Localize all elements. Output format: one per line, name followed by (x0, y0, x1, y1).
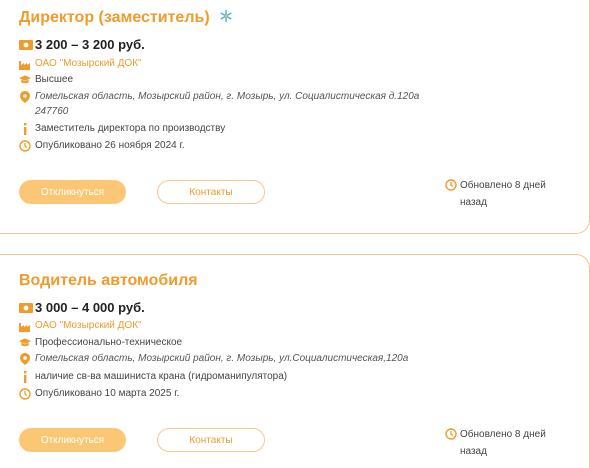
money-icon (19, 303, 33, 313)
description-row: Заместитель директора по производству (19, 122, 225, 136)
apply-button[interactable]: Откликнуться (19, 180, 126, 204)
description-text: Заместитель директора по производству (35, 123, 226, 134)
education-text: Профессионально-техническое (35, 337, 183, 348)
factory-icon (19, 320, 31, 332)
location-pin-icon (19, 353, 31, 365)
company-link[interactable]: ОАО "Мозырский ДОК" (35, 319, 142, 333)
info-icon (19, 371, 31, 383)
clock-icon (445, 178, 457, 191)
published-text: Опубликовано 10 марта 2025 г. (35, 388, 180, 399)
education-text: Высшее (35, 74, 74, 85)
salary-text: 3 200 – 3 200 руб. (35, 37, 145, 52)
clock-icon (19, 140, 31, 152)
company-row: ОАО "Мозырский ДОК" (19, 57, 142, 71)
address-postcode: 247760 (35, 106, 69, 117)
address-text: Гомельская область, Мозырский район, г. … (35, 91, 420, 102)
vacancy-title[interactable]: Директор (заместитель) (19, 9, 232, 27)
salary-text: 3 000 – 4 000 руб. (35, 300, 145, 315)
contacts-button[interactable]: Контакты (157, 180, 265, 204)
salary-row: 3 200 – 3 200 руб. (19, 38, 145, 52)
updated-text: Обновлено 8 дней назад (460, 429, 546, 457)
education-row: Профессионально-техническое (19, 336, 182, 350)
updated-text: Обновлено 8 дней назад (460, 180, 546, 208)
published-row: Опубликовано 26 ноября 2024 г. (19, 139, 185, 153)
contacts-button[interactable]: Контакты (157, 428, 265, 452)
description-row: наличие св-ва машиниста крана (гидромани… (19, 370, 287, 384)
clock-icon (19, 388, 31, 400)
factory-icon (19, 58, 31, 70)
apply-button[interactable]: Откликнуться (19, 428, 126, 452)
published-text: Опубликовано 26 ноября 2024 г. (35, 140, 185, 151)
education-row: Высшее (19, 73, 73, 87)
vacancy-title[interactable]: Водитель автомобиля (19, 272, 198, 290)
published-row: Опубликовано 10 марта 2025 г. (19, 387, 179, 401)
company-link[interactable]: ОАО "Мозырский ДОК" (35, 57, 142, 71)
clock-icon (445, 427, 457, 440)
address-text: Гомельская область, Мозырский район, г. … (35, 353, 409, 364)
company-row: ОАО "Мозырский ДОК" (19, 319, 142, 333)
money-icon (19, 40, 33, 50)
vacancy-card: Директор (заместитель) 3 200 – 3 200 руб… (0, 0, 590, 234)
vacancy-card: Водитель автомобиля 3 000 – 4 000 руб. О… (0, 254, 590, 468)
graduation-cap-icon (19, 337, 31, 349)
updated-info: Обновлено 8 дней назад (445, 426, 570, 460)
location-pin-icon (19, 91, 31, 103)
snowflake-icon (220, 9, 232, 27)
info-icon (19, 123, 31, 135)
address-row: Гомельская область, Мозырский район, г. … (19, 352, 408, 366)
address-row: Гомельская область, Мозырский район, г. … (19, 90, 419, 104)
description-text: наличие св-ва машиниста крана (гидромани… (35, 371, 288, 382)
graduation-cap-icon (19, 74, 31, 86)
updated-info: Обновлено 8 дней назад (445, 177, 570, 211)
salary-row: 3 000 – 4 000 руб. (19, 301, 145, 315)
vacancy-title-text[interactable]: Директор (заместитель) (19, 9, 210, 26)
